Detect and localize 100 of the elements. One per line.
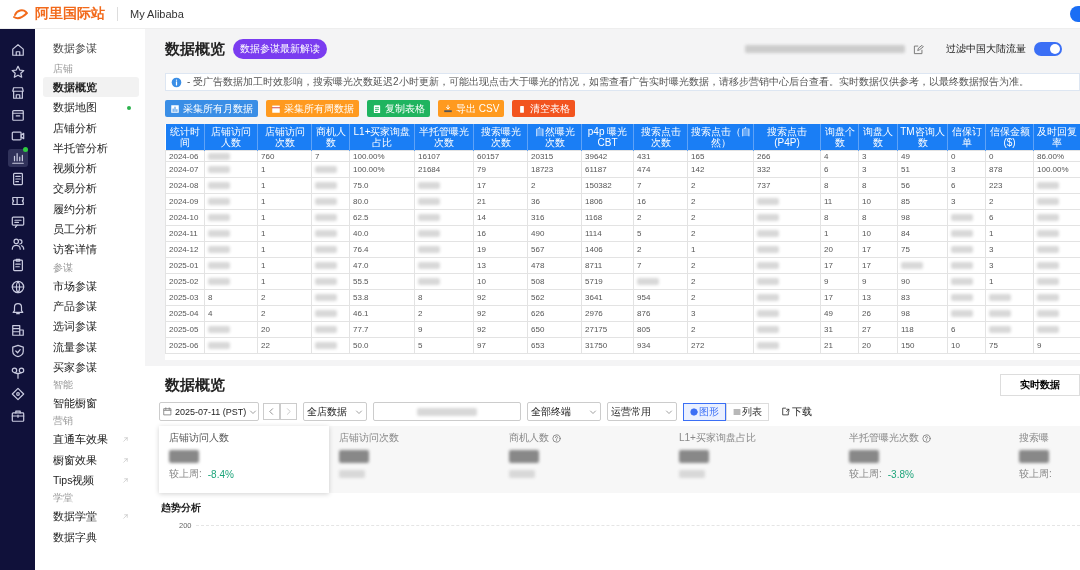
view-toggle[interactable]: 图形 xyxy=(683,402,726,421)
table-cell: 1168 xyxy=(585,212,603,222)
sidebar-item[interactable]: 产品参谋 xyxy=(43,295,139,317)
terminal-dropdown[interactable]: 全部终端 xyxy=(527,402,601,421)
table-cell: 2 xyxy=(691,292,696,302)
sidebar-item[interactable]: 数据地图 xyxy=(43,97,139,118)
table-cell: 2025-05 xyxy=(169,324,199,334)
sidebar-item[interactable]: 履约分析 xyxy=(43,198,139,220)
sidebar-item[interactable]: 视频分析 xyxy=(43,158,139,179)
date-picker[interactable]: 2025-07-11 (PST) xyxy=(159,402,259,421)
toolbar-button[interactable]: 采集所有周数据 xyxy=(266,100,359,117)
redacted-value xyxy=(989,325,1011,333)
redacted-value xyxy=(1037,293,1059,301)
sidebar-item[interactable]: Tips视频 xyxy=(43,470,139,491)
toolbar-button[interactable]: 采集所有月数据 xyxy=(165,100,258,117)
sidebar-item[interactable]: 数据学堂 xyxy=(43,506,139,527)
search-field[interactable] xyxy=(373,402,521,421)
sidebar-item[interactable]: 半托管分析 xyxy=(43,137,139,159)
table-cell: 31 xyxy=(824,324,833,334)
redacted-value xyxy=(757,197,779,205)
table-cell: 1 xyxy=(989,228,994,238)
redacted-value xyxy=(208,229,230,237)
sidebar-item[interactable]: 智能橱窗 xyxy=(43,393,139,414)
redacted-value xyxy=(208,325,230,333)
column-header[interactable]: 店铺访问人数 xyxy=(204,124,258,151)
toggle-switch[interactable] xyxy=(1034,42,1062,56)
sidebar-item[interactable]: 流量参谋 xyxy=(43,336,139,357)
sidebar-item[interactable]: 员工分析 xyxy=(43,219,139,240)
sidebar-item[interactable]: 访客详情 xyxy=(43,239,139,260)
redacted-value xyxy=(951,261,973,269)
column-header[interactable]: 询盘个数 xyxy=(820,124,859,151)
table-cell: 75 xyxy=(989,340,998,350)
toolbar-button[interactable]: 导出 CSV xyxy=(438,100,505,117)
metric-card[interactable]: L1+买家询盘占比 xyxy=(669,426,839,493)
chevron-down-icon xyxy=(589,407,597,416)
preset-dropdown[interactable]: 运营常用 xyxy=(607,402,677,421)
table-cell: 2025-01 xyxy=(169,260,199,270)
column-header[interactable]: 半托管曝光次数 xyxy=(414,124,474,151)
toolbar-button[interactable]: 复制表格 xyxy=(367,100,430,117)
column-header[interactable]: 信保金额($) xyxy=(985,124,1034,151)
sidebar-item[interactable]: 买家参谋 xyxy=(43,356,139,378)
table-cell: 2 xyxy=(691,324,696,334)
sidebar-item[interactable]: 交易分析 xyxy=(43,178,139,199)
group-label: 参谋 xyxy=(52,260,74,275)
column-header[interactable]: 统计时间 xyxy=(165,124,205,151)
sidebar-item[interactable]: 数据字典 xyxy=(43,526,139,547)
column-header[interactable]: 及时回复率 xyxy=(1033,124,1080,151)
redacted-value xyxy=(757,213,779,221)
table-cell: 7 xyxy=(637,260,642,270)
column-header[interactable]: 搜索点击次数 xyxy=(633,124,688,151)
logo-text[interactable]: 阿里国际站 xyxy=(35,5,105,23)
redacted-value xyxy=(951,293,973,301)
column-header[interactable]: p4p 曝光 CBT xyxy=(581,124,634,151)
redacted-value xyxy=(315,325,337,333)
sidebar-item[interactable]: 市场参谋 xyxy=(43,275,139,296)
table-cell: 16 xyxy=(477,228,486,238)
chart-icon xyxy=(170,103,180,114)
redacted-value xyxy=(1037,245,1059,253)
table-cell: 22 xyxy=(261,340,270,350)
sidebar-item[interactable]: 数据概览 xyxy=(43,77,139,98)
column-header[interactable]: 搜索点击（自然） xyxy=(687,124,754,151)
metric-card[interactable]: 商机人数 xyxy=(499,426,669,493)
sidebar-item[interactable]: 橱窗效果 xyxy=(43,449,139,471)
metric-card[interactable]: 店铺访问次数 xyxy=(329,426,499,493)
column-header[interactable]: 自然曝光次数 xyxy=(527,124,582,151)
table-cell: 100.00% xyxy=(1037,164,1069,174)
sidebar-item[interactable]: 直通车效果 xyxy=(43,429,139,450)
metric-card[interactable]: 半托管曝光次数 较上周: -3.8% xyxy=(839,426,1009,493)
column-header[interactable]: 店铺访问次数 xyxy=(257,124,312,151)
table-cell: 53.8 xyxy=(353,292,369,302)
table-cell: 10 xyxy=(862,196,871,206)
scope-dropdown[interactable]: 全店数据 xyxy=(303,402,367,421)
table-cell: 2 xyxy=(691,196,696,206)
table-cell: 4 xyxy=(824,151,829,161)
edit-icon[interactable] xyxy=(913,43,924,55)
redacted-value xyxy=(418,245,440,253)
redacted-value xyxy=(315,293,337,301)
column-header[interactable]: 商机人数 xyxy=(311,124,350,151)
avatar-icon[interactable] xyxy=(1070,6,1080,22)
insight-badge[interactable]: 数据参谋最新解读 xyxy=(233,39,327,59)
column-header[interactable]: 搜索点击 (P4P) xyxy=(753,124,821,151)
column-header[interactable]: TM咨询人数 xyxy=(897,124,948,151)
table-cell: 100.00% xyxy=(353,151,385,161)
column-header[interactable]: L1+买家询盘占比 xyxy=(349,124,415,151)
realtime-button[interactable]: 实时数据 xyxy=(1000,374,1080,396)
toolbar-button[interactable]: 清空表格 xyxy=(512,100,576,117)
table-cell: 737 xyxy=(757,180,771,190)
column-header[interactable]: 信保订单 xyxy=(947,124,986,151)
group-label: 学堂 xyxy=(52,491,74,506)
sidebar-item[interactable]: 选词参谋 xyxy=(43,316,139,337)
table-cell: 21 xyxy=(824,340,833,350)
table-cell: 3 xyxy=(951,196,956,206)
column-header[interactable]: 询盘人数 xyxy=(858,124,898,151)
sidebar-item[interactable]: 店铺分析 xyxy=(43,117,139,138)
metric-card[interactable]: 搜索曝 较上周: xyxy=(1009,426,1080,493)
column-header[interactable]: 搜索曝光次数 xyxy=(473,124,528,151)
table-cell: 3 xyxy=(862,164,867,174)
view-toggle[interactable]: 列表 xyxy=(726,402,769,421)
download-button[interactable]: 下载 xyxy=(775,403,818,420)
metric-card[interactable]: 店铺访问人数 较上周: -8.4% xyxy=(159,426,329,493)
